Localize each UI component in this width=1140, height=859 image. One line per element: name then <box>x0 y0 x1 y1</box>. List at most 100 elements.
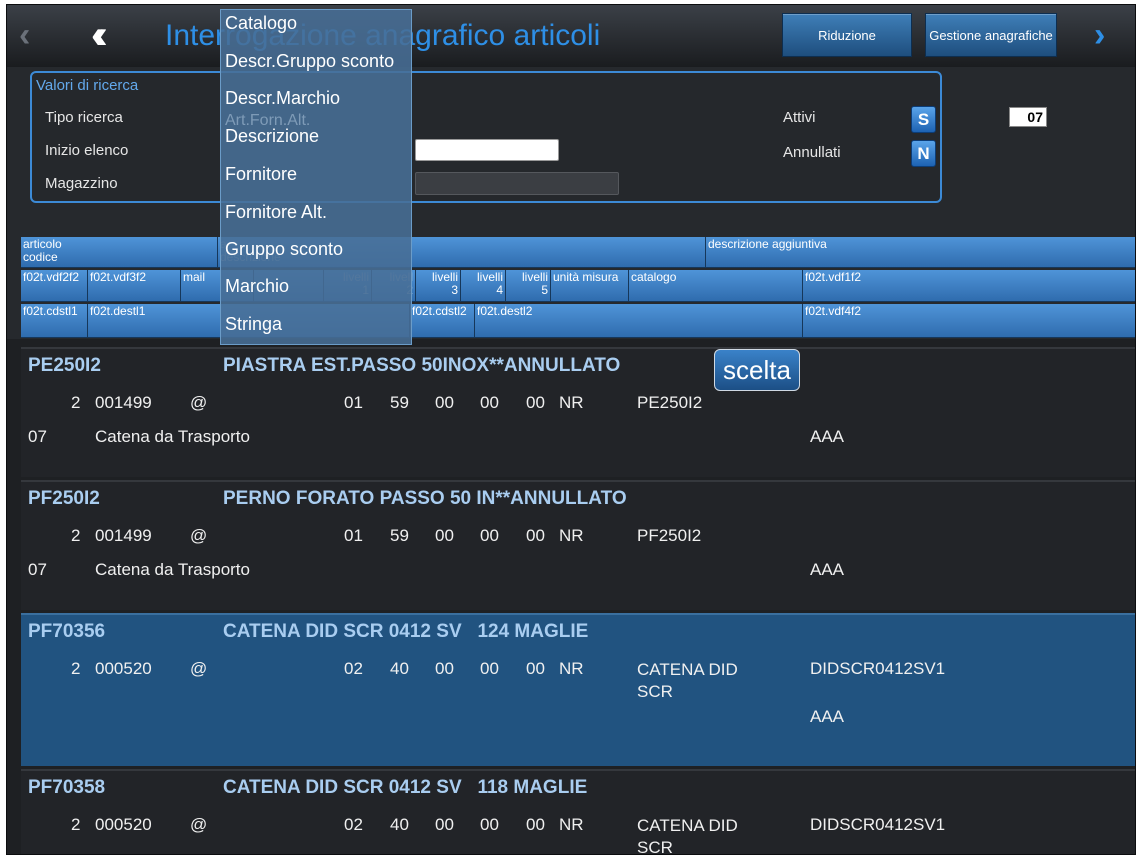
item-livello-3: 00 <box>435 659 454 678</box>
item-livello-2: 59 <box>390 393 409 412</box>
search-panel-title: Valori di ricerca <box>36 77 139 94</box>
annullati-toggle[interactable]: N <box>911 140 936 167</box>
item-livello-2: 40 <box>390 815 409 834</box>
list-item[interactable]: PF250I2 PERNO FORATO PASSO 50 IN**ANNULL… <box>21 480 1135 610</box>
dropdown-option-gruppo-sconto[interactable]: Gruppo sconto <box>225 239 343 260</box>
col-header-codice[interactable]: articolo codice <box>21 237 218 268</box>
item-code: PE250I2 <box>28 355 101 376</box>
dropdown-option-descr-marchio[interactable]: Descr.Marchio <box>225 88 340 109</box>
item-livello-5: 00 <box>526 393 545 412</box>
col-header-descrizione-aggiuntiva[interactable]: descrizione aggiuntiva <box>706 237 1135 268</box>
col-header-vdf4f2[interactable]: f02t.vdf4f2 <box>803 304 1135 338</box>
item-description: CATENA DID SCR 0412 SV 118 MAGLIE <box>223 777 588 798</box>
item-catalogo: PE250I2 <box>637 393 703 412</box>
list-item-selected[interactable]: PF70356 CATENA DID SCR 0412 SV 124 MAGLI… <box>21 613 1135 766</box>
item-vdf4f2: AAA <box>810 427 845 446</box>
dropdown-option-fornitore-alt[interactable]: Fornitore Alt. <box>225 202 327 223</box>
code-field[interactable]: 07 <box>1009 107 1047 127</box>
item-description: PERNO FORATO PASSO 50 IN**ANNULLATO <box>223 488 627 509</box>
item-destl1: Catena da Trasporto <box>95 427 250 446</box>
item-livello-2: 40 <box>390 659 409 678</box>
item-fornitore: 000520 <box>95 659 152 678</box>
dropdown-option-marchio[interactable]: Marchio <box>225 276 289 297</box>
item-catalogo: CATENA DID SCR <box>637 660 738 701</box>
attivi-label: Attivi <box>783 109 816 126</box>
col-header-cdstl2[interactable]: f02t.cdstl2 <box>410 304 475 338</box>
item-vdf1f2: DIDSCR0412SV1 <box>810 815 946 834</box>
col-header-codice-label: codice <box>23 250 58 264</box>
inizio-elenco-label: Inizio elenco <box>45 142 129 159</box>
item-vdf1f2: DIDSCR0412SV1 <box>810 659 946 678</box>
item-livello-5: 00 <box>526 815 545 834</box>
item-vdf4f2: AAA <box>810 707 845 726</box>
magazzino-label: Magazzino <box>45 175 118 192</box>
app-window: ‹ ‹‹ Interrogazione anagrafico articoli … <box>6 4 1136 855</box>
chevron-right-icon[interactable]: › <box>1094 15 1105 55</box>
item-description: CATENA DID SCR 0412 SV 124 MAGLIE <box>223 621 589 642</box>
col-header-cdstl1[interactable]: f02t.cdstl1 <box>21 304 88 338</box>
item-n: 2 <box>71 526 81 545</box>
item-mail: @ <box>190 815 208 834</box>
item-livello-1: 02 <box>344 659 363 678</box>
col-header-livelli-3[interactable]: livelli 3 <box>416 270 461 302</box>
livelli-4-label: 4 <box>496 283 503 297</box>
item-code: PF250I2 <box>28 488 100 509</box>
col-header-catalogo[interactable]: catalogo <box>629 270 803 302</box>
item-livello-2: 59 <box>390 526 409 545</box>
dropdown-option-stringa[interactable]: Stringa <box>225 314 282 335</box>
item-fornitore: 001499 <box>95 393 152 412</box>
item-livello-4: 00 <box>480 815 499 834</box>
col-header-destl2[interactable]: f02t.destl2 <box>475 304 803 338</box>
col-header-livelli-5[interactable]: livelli 5 <box>506 270 551 302</box>
item-mail: @ <box>190 393 208 412</box>
item-mail: @ <box>190 526 208 545</box>
dropdown-option-descr-gruppo-sconto[interactable]: Descr.Gruppo sconto <box>225 51 394 72</box>
col-header-vdf1f2[interactable]: f02t.vdf1f2 <box>803 270 1135 302</box>
item-fornitore: 000520 <box>95 815 152 834</box>
list-item[interactable]: PE250I2 PIASTRA EST.PASSO 50INOX**ANNULL… <box>21 347 1135 477</box>
item-livello-3: 00 <box>435 815 454 834</box>
item-livello-4: 00 <box>480 526 499 545</box>
chevron-left-icon[interactable]: ‹ <box>19 15 30 55</box>
tipo-ricerca-label: Tipo ricerca <box>45 109 123 126</box>
dropdown-option-catalogo[interactable]: Catalogo <box>225 13 297 34</box>
scelta-button[interactable]: scelta <box>714 349 800 391</box>
item-livello-1: 02 <box>344 815 363 834</box>
gestione-anagrafiche-button[interactable]: Gestione anagrafiche <box>925 13 1057 57</box>
item-n: 2 <box>71 815 81 834</box>
riduzione-button[interactable]: Riduzione <box>782 13 912 57</box>
attivi-toggle[interactable]: S <box>911 106 936 133</box>
title-bar: ‹ ‹‹ Interrogazione anagrafico articoli … <box>7 5 1135 67</box>
item-catalogo: CATENA DID SCR <box>637 816 738 855</box>
col-header-livelli-4[interactable]: livelli 4 <box>461 270 506 302</box>
item-livello-3: 00 <box>435 526 454 545</box>
item-unita-misura: NR <box>559 815 584 834</box>
tipo-ricerca-selected-value: Art.Forn.Alt. <box>225 112 311 129</box>
results-list: PE250I2 PIASTRA EST.PASSO 50INOX**ANNULL… <box>21 347 1135 855</box>
item-vdf4f2: AAA <box>810 560 845 579</box>
item-unita-misura: NR <box>559 659 584 678</box>
item-livello-4: 00 <box>480 659 499 678</box>
livelli-3-label: 3 <box>451 283 458 297</box>
tipo-ricerca-dropdown[interactable]: Catalogo Descr.Gruppo sconto Descr.March… <box>220 9 412 345</box>
dropdown-option-fornitore[interactable]: Fornitore <box>225 164 297 185</box>
item-code: PF70356 <box>28 621 106 642</box>
list-item[interactable]: PF70358 CATENA DID SCR 0412 SV 118 MAGLI… <box>21 769 1135 855</box>
inizio-elenco-input[interactable] <box>415 139 559 161</box>
item-n: 2 <box>71 393 81 412</box>
item-livello-5: 00 <box>526 659 545 678</box>
magazzino-field[interactable] <box>415 172 619 195</box>
livelli-5-label: 5 <box>541 283 548 297</box>
col-header-unita-misura[interactable]: unità misura <box>551 270 629 302</box>
item-unita-misura: NR <box>559 393 584 412</box>
item-livello-1: 01 <box>344 393 363 412</box>
item-livello-4: 00 <box>480 393 499 412</box>
col-header-vdf3f2[interactable]: f02t.vdf3f2 <box>88 270 181 302</box>
col-header-vdf2f2[interactable]: f02t.vdf2f2 <box>21 270 88 302</box>
item-n: 2 <box>71 659 81 678</box>
item-catalogo: PF250I2 <box>637 526 702 545</box>
item-cdstl1: 07 <box>28 560 47 579</box>
item-mail: @ <box>190 659 208 678</box>
annullati-label: Annullati <box>783 144 841 161</box>
double-chevron-left-icon[interactable]: ‹‹ <box>91 15 107 55</box>
